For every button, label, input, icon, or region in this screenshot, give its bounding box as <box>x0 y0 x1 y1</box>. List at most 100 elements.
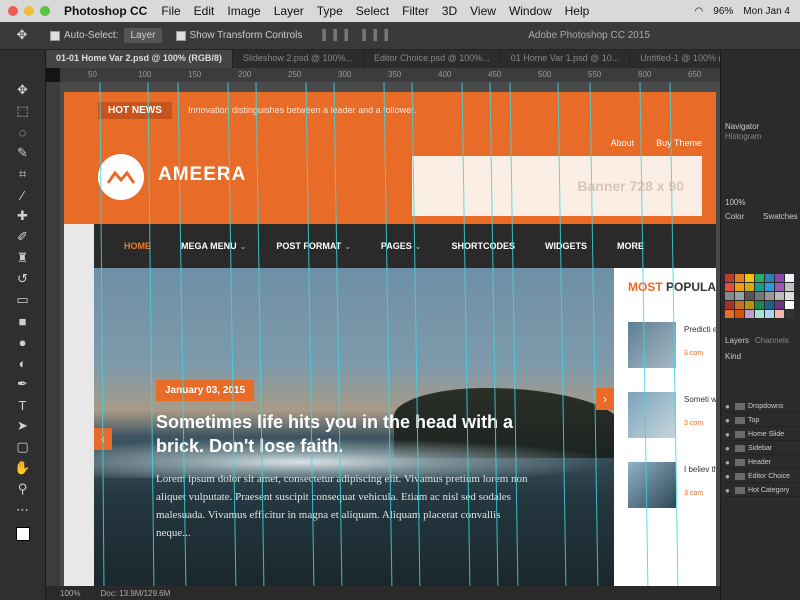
menu-filter[interactable]: Filter <box>402 4 429 18</box>
about-link[interactable]: About <box>611 138 635 148</box>
layers-tab[interactable]: Layers <box>725 336 749 345</box>
layer-row[interactable]: ● Sidebar <box>725 442 800 455</box>
lasso-icon[interactable]: ◌ <box>9 122 37 142</box>
eye-icon[interactable]: ● <box>725 416 735 425</box>
path-select-icon[interactable]: ➤ <box>9 416 37 436</box>
layer-row[interactable]: ● Home Slide <box>725 428 800 441</box>
menu-edit[interactable]: Edit <box>194 4 215 18</box>
layer-row[interactable]: ● Dropdowns <box>725 400 800 413</box>
move-icon[interactable]: ✥ <box>9 80 37 100</box>
eye-icon[interactable]: ● <box>725 444 735 453</box>
layer-filter-kind[interactable]: Kind <box>725 352 741 361</box>
healing-icon[interactable]: ✚ <box>9 206 37 226</box>
slider-prev-button[interactable]: ‹ <box>94 428 112 450</box>
show-transform-checkbox[interactable] <box>175 30 186 41</box>
nav-more[interactable]: MORE <box>617 241 644 251</box>
doc-size[interactable]: Doc: 13.9M/129.6M <box>100 589 170 598</box>
popular-title: Someti will be <box>684 395 716 404</box>
color-tab[interactable]: Color <box>725 212 744 221</box>
website-mockup[interactable]: HOT NEWS Innovation distinguishes betwee… <box>64 92 716 592</box>
menu-view[interactable]: View <box>470 4 496 18</box>
clock[interactable]: Mon Jan 4 <box>743 6 790 17</box>
align-buttons[interactable]: ▌▌▌ ▌▌▌ <box>322 30 395 41</box>
histogram-tab[interactable]: Histogram <box>725 132 761 141</box>
tab-slideshow[interactable]: Slideshow 2.psd @ 100%... <box>233 50 365 68</box>
crop-icon[interactable]: ⌗ <box>9 164 37 184</box>
navigator-zoom[interactable]: 100% <box>725 198 745 207</box>
tools-panel: ✥ ⬚ ◌ ✎ ⌗ ⁄ ✚ ✐ ♜ ↺ ▭ ■ ● ◐ ✒ T ➤ ▢ ✋ ⚲ … <box>0 50 46 600</box>
layer-row[interactable]: ● Header <box>725 456 800 469</box>
battery-status[interactable]: 96% <box>713 6 733 17</box>
logo-icon <box>98 154 144 200</box>
eye-icon[interactable]: ● <box>725 486 735 495</box>
menu-type[interactable]: Type <box>317 4 343 18</box>
nav-post-format[interactable]: POST FORMAT ⌄ <box>276 241 351 251</box>
history-brush-icon[interactable]: ↺ <box>9 269 37 289</box>
post-date-badge: January 03, 2015 <box>156 380 255 401</box>
stamp-icon[interactable]: ♜ <box>9 248 37 268</box>
menu-select[interactable]: Select <box>356 4 389 18</box>
popular-item[interactable]: Predicti especia 3 com <box>628 322 716 378</box>
news-ticker: Innovation distinguishes between a leade… <box>188 105 417 115</box>
tab-home-var-2[interactable]: 01-01 Home Var 2.psd @ 100% (RGB/8) <box>46 50 233 68</box>
blur-icon[interactable]: ● <box>9 332 37 352</box>
quick-select-icon[interactable]: ✎ <box>9 143 37 163</box>
zoom-icon[interactable]: ⚲ <box>9 479 37 499</box>
right-panels: Navigator Histogram 100% Color Swatches … <box>720 50 800 600</box>
menu-3d[interactable]: 3D <box>442 4 457 18</box>
menu-file[interactable]: File <box>161 4 180 18</box>
hero-headline[interactable]: Sometimes life hits you in the head with… <box>156 410 516 458</box>
more-tools-icon[interactable]: ⋯ <box>9 500 37 520</box>
close-window-button[interactable] <box>8 6 18 16</box>
options-bar: ✥ Auto-Select: Layer Show Transform Cont… <box>0 22 800 50</box>
menu-image[interactable]: Image <box>227 4 260 18</box>
gradient-icon[interactable]: ■ <box>9 311 37 331</box>
nav-widgets[interactable]: WIDGETS <box>545 241 587 251</box>
rectangle-icon[interactable]: ▢ <box>9 437 37 457</box>
channels-tab[interactable]: Channels <box>755 336 789 345</box>
tab-editor-choice[interactable]: Editor Choice.psd @ 100%... <box>364 50 501 68</box>
auto-select-dropdown[interactable]: Layer <box>124 28 162 43</box>
eraser-icon[interactable]: ▭ <box>9 290 37 310</box>
eyedropper-icon[interactable]: ⁄ <box>9 185 37 205</box>
nav-mega-menu[interactable]: MEGA MENU ⌄ <box>181 241 246 251</box>
layer-row[interactable]: ● Hot Category <box>725 484 800 497</box>
status-zoom[interactable]: 100% <box>60 589 80 598</box>
swatches-grid[interactable] <box>725 274 797 318</box>
document-canvas[interactable]: HOT NEWS Innovation distinguishes betwee… <box>60 82 720 592</box>
brush-icon[interactable]: ✐ <box>9 227 37 247</box>
zoom-window-button[interactable] <box>40 6 50 16</box>
type-icon[interactable]: T <box>9 395 37 415</box>
chevron-down-icon: ⌄ <box>239 242 247 251</box>
eye-icon[interactable]: ● <box>725 472 735 481</box>
pen-icon[interactable]: ✒ <box>9 374 37 394</box>
popular-item[interactable]: I believ that is 3 com <box>628 462 716 518</box>
nav-shortcodes[interactable]: SHORTCODES <box>451 241 515 251</box>
tab-home-var-1[interactable]: 01 Home Var 1.psd @ 10... <box>501 50 631 68</box>
slider-next-button[interactable]: › <box>596 388 614 410</box>
eye-icon[interactable]: ● <box>725 430 735 439</box>
buy-theme-link[interactable]: Buy Theme <box>656 138 702 148</box>
layer-row[interactable]: ● Editor Choice <box>725 470 800 483</box>
app-menu[interactable]: Photoshop CC <box>64 4 147 18</box>
auto-select-checkbox[interactable] <box>50 30 60 41</box>
dodge-icon[interactable]: ◐ <box>9 353 37 373</box>
menu-window[interactable]: Window <box>509 4 552 18</box>
nav-pages[interactable]: PAGES ⌄ <box>381 241 422 251</box>
hand-icon[interactable]: ✋ <box>9 458 37 478</box>
layer-name: Hot Category <box>748 486 790 494</box>
marquee-icon[interactable]: ⬚ <box>9 101 37 121</box>
menu-help[interactable]: Help <box>565 4 590 18</box>
foreground-color-swatch[interactable] <box>15 527 30 541</box>
popular-item[interactable]: Someti will be 3 com <box>628 392 716 448</box>
wifi-icon[interactable]: ◠ <box>695 6 704 17</box>
navigator-tab[interactable]: Navigator <box>725 122 759 131</box>
minimize-window-button[interactable] <box>24 6 34 16</box>
move-tool-icon[interactable]: ✥ <box>8 25 36 45</box>
swatches-tab[interactable]: Swatches <box>763 212 798 221</box>
layer-row[interactable]: ● Top <box>725 414 800 427</box>
menu-layer[interactable]: Layer <box>274 4 304 18</box>
nav-home[interactable]: HOME <box>124 241 151 251</box>
eye-icon[interactable]: ● <box>725 458 735 467</box>
eye-icon[interactable]: ● <box>725 402 735 411</box>
